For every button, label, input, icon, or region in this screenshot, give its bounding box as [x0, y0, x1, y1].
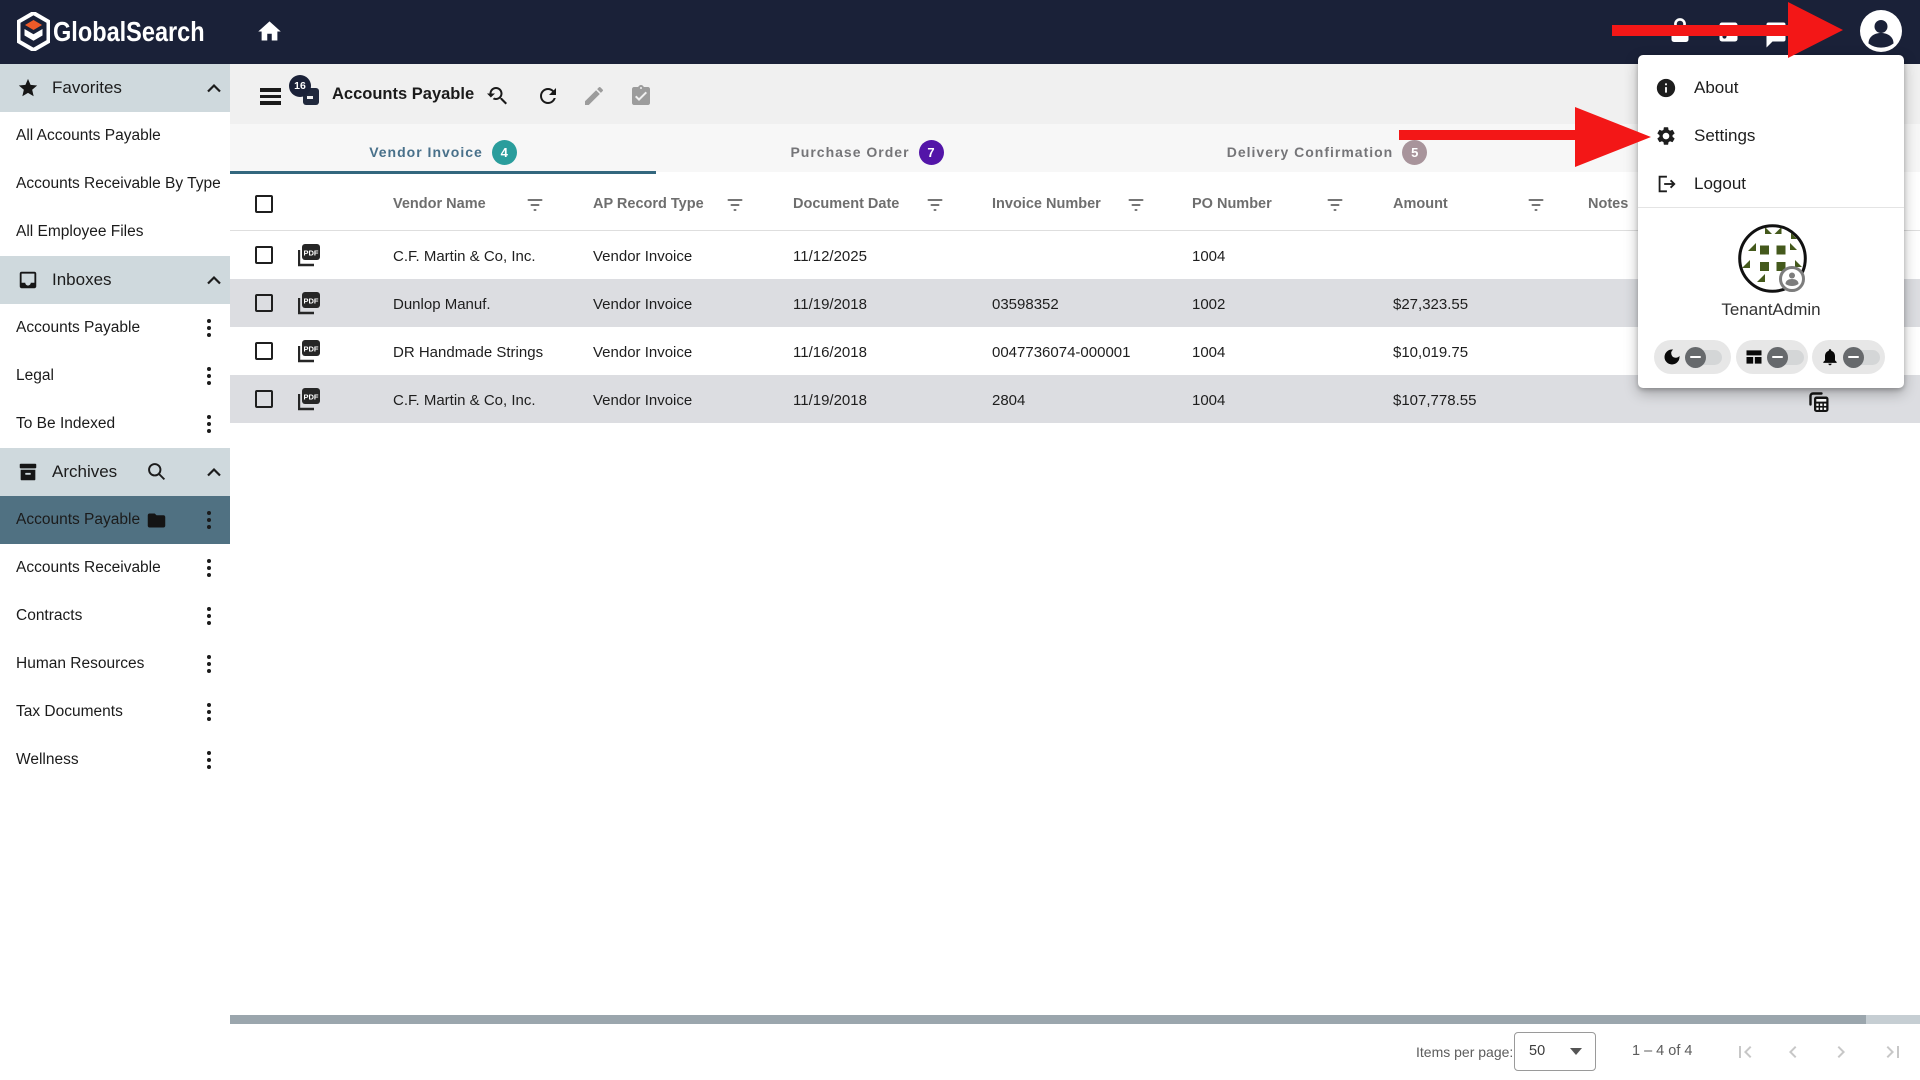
svg-text:PDF: PDF: [304, 249, 319, 258]
svg-text:PDF: PDF: [304, 345, 319, 354]
svg-text:PDF: PDF: [304, 297, 319, 306]
svg-text:PDF: PDF: [304, 393, 319, 402]
